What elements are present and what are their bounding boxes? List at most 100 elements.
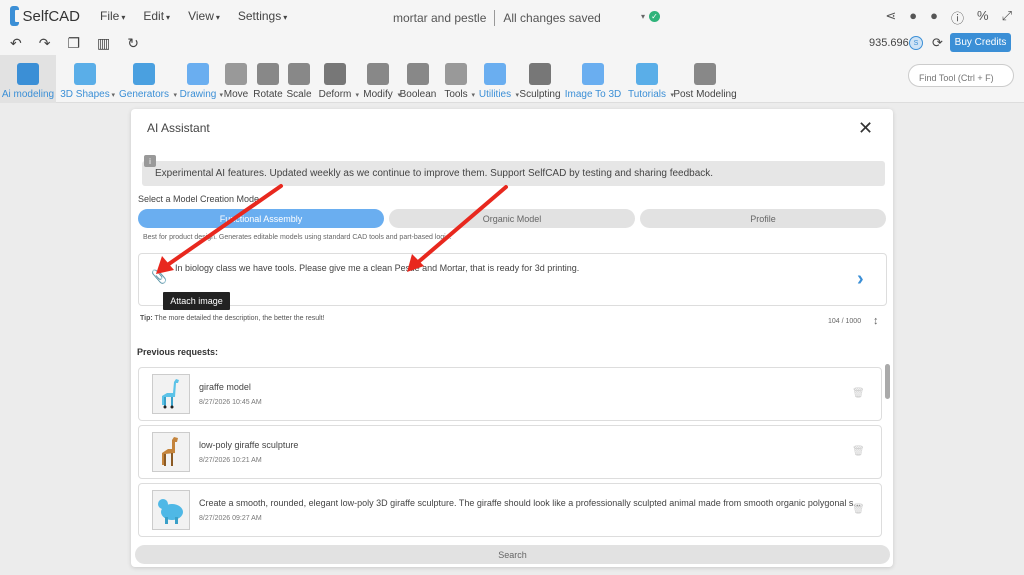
- send-arrow-icon[interactable]: ›: [857, 268, 864, 291]
- mode-organic-model[interactable]: Organic Model: [389, 209, 635, 228]
- utilities-icon: [484, 63, 506, 85]
- request-thumbnail: [152, 432, 190, 472]
- close-icon[interactable]: ✕: [858, 118, 873, 139]
- tool-label: 3D Shapes: [60, 89, 110, 100]
- drawing-icon: [187, 63, 209, 85]
- tool-label: Utilities: [478, 89, 512, 100]
- tool-ai-modeling[interactable]: Ai modeling: [0, 55, 56, 103]
- tool-utilities[interactable]: Utilities ▾: [474, 55, 519, 103]
- reset-icon[interactable]: ↻: [127, 35, 139, 52]
- save-status-indicator[interactable]: ▾ ✓: [641, 11, 661, 22]
- tool-post-modeling[interactable]: Post Modeling: [673, 55, 737, 103]
- search-button[interactable]: Search: [135, 545, 890, 564]
- menu-settings[interactable]: Settings: [238, 9, 287, 23]
- resize-icon[interactable]: ↕: [873, 315, 879, 327]
- move-icon: [225, 63, 247, 85]
- prompt-text[interactable]: In biology class we have tools. Please g…: [175, 263, 579, 273]
- tool-label: Move: [223, 89, 249, 100]
- main-toolbar: Ai modeling 3D Shapes ▾ Generators ▾ Drawing ▾…: [0, 55, 1024, 103]
- cube-icon: [74, 63, 96, 85]
- menu-edit[interactable]: Edit: [143, 9, 170, 23]
- request-item[interactable]: Create a smooth, rounded, elegant low-po…: [138, 483, 882, 537]
- check-icon: ✓: [649, 11, 661, 22]
- tool-label: Post Modeling: [673, 89, 737, 100]
- tool-scale[interactable]: Scale: [286, 55, 312, 103]
- document-title-bar: mortar and pestle All changes saved: [393, 10, 601, 26]
- find-tool-input[interactable]: [908, 64, 1014, 87]
- tool-move[interactable]: Move: [222, 55, 250, 103]
- request-item[interactable]: low-poly giraffe sculpture 8/27/2026 10:…: [138, 425, 882, 479]
- app-name: SelfCAD: [22, 7, 80, 25]
- requests-scrollbar[interactable]: [885, 364, 890, 399]
- fullscreen-icon[interactable]: ⤢: [1002, 8, 1012, 27]
- tool-label: Generators: [118, 89, 170, 100]
- giraffe-thumbnail-icon: [162, 379, 179, 409]
- app-logo[interactable]: SelfCAD: [10, 6, 80, 26]
- info-icon[interactable]: ⓘ: [951, 8, 964, 27]
- trash-icon[interactable]: 🗑: [852, 504, 865, 515]
- prompt-input[interactable]: 📎 In biology class we have tools. Please…: [138, 253, 887, 306]
- mode-functional-assembly[interactable]: Functional Assembly: [138, 209, 384, 228]
- sculpting-icon: [529, 63, 551, 85]
- buy-credits-button[interactable]: Buy Credits: [950, 33, 1011, 52]
- mode-profile[interactable]: Profile: [640, 209, 886, 228]
- previous-requests-label: Previous requests:: [137, 347, 219, 357]
- paperclip-icon[interactable]: 📎: [151, 269, 167, 285]
- tool-deform[interactable]: Deform ▾: [314, 55, 359, 103]
- mode-description: Best for product design. Generates edita…: [143, 234, 452, 241]
- mode-label: Select a Model Creation Mode: [138, 194, 260, 204]
- ai-modeling-icon: [17, 63, 39, 85]
- request-date: 8/27/2026 10:45 AM: [199, 399, 262, 406]
- percent-icon[interactable]: %: [977, 8, 989, 27]
- experimental-notice: i Experimental AI features. Updated week…: [142, 155, 885, 186]
- redo-icon[interactable]: ↷: [39, 35, 51, 52]
- share-icon[interactable]: ⋖: [885, 8, 896, 27]
- tool-3d-shapes[interactable]: 3D Shapes ▾: [58, 55, 115, 103]
- tip-label: Tip:: [140, 315, 153, 322]
- tip-text: Tip: The more detailed the description, …: [140, 315, 325, 322]
- info-icon: i: [144, 155, 156, 167]
- tool-label: Modify: [363, 89, 393, 100]
- giraffe-thumbnail-icon: [162, 437, 178, 466]
- main-menu: File Edit View Settings: [100, 9, 287, 23]
- tool-sculpting[interactable]: Sculpting: [518, 55, 562, 103]
- request-date: 8/27/2026 10:21 AM: [199, 457, 262, 464]
- trash-icon[interactable]: 🗑: [852, 446, 865, 457]
- copy-icon[interactable]: ❐: [67, 35, 80, 52]
- tool-drawing[interactable]: Drawing ▾: [176, 55, 223, 103]
- tool-modify[interactable]: Modify ▾: [358, 55, 401, 103]
- request-item[interactable]: giraffe model 8/27/2026 10:45 AM 🗑: [138, 367, 882, 421]
- tip-body: The more detailed the description, the b…: [154, 315, 325, 322]
- quick-actions-bar: ↶ ↷ ❐ ▥ ↻ 935.696 S ⟳ Buy Credits: [0, 32, 1024, 55]
- tool-generators[interactable]: Generators ▾: [114, 55, 177, 103]
- refresh-credits-icon[interactable]: ⟳: [932, 35, 943, 51]
- user-icon[interactable]: ●: [930, 8, 938, 27]
- tool-label: Drawing: [179, 89, 217, 100]
- menu-file[interactable]: File: [100, 9, 125, 23]
- tool-label: Deform: [318, 89, 352, 100]
- bell-icon[interactable]: ●: [909, 8, 917, 27]
- chevron-down-icon: ▾: [641, 12, 646, 21]
- tool-label: Tools: [444, 89, 468, 100]
- delete-icon[interactable]: ▥: [97, 35, 110, 52]
- tool-tools[interactable]: Tools ▾: [440, 55, 475, 103]
- modify-icon: [367, 63, 389, 85]
- undo-icon[interactable]: ↶: [10, 35, 22, 52]
- tool-label: Sculpting: [519, 89, 561, 100]
- tool-rotate[interactable]: Rotate: [252, 55, 284, 103]
- tool-label: Image To 3D: [564, 89, 622, 100]
- tools-icon: [445, 63, 467, 85]
- giraffe-thumbnail-icon: [158, 499, 183, 524]
- tool-image-to-3d[interactable]: Image To 3D: [564, 55, 622, 103]
- generator-icon: [133, 63, 155, 85]
- menu-view[interactable]: View: [188, 9, 220, 23]
- image-to-3d-icon: [582, 63, 604, 85]
- document-name[interactable]: mortar and pestle: [393, 11, 486, 25]
- selfcad-logo-icon: [10, 6, 24, 26]
- tool-label: Scale: [286, 89, 312, 100]
- tool-tutorials[interactable]: Tutorials ▾: [623, 55, 674, 103]
- scale-icon: [288, 63, 310, 85]
- trash-icon[interactable]: 🗑: [852, 388, 865, 399]
- top-right-icons: ⋖ ● ● ⓘ % ⤢: [885, 8, 1012, 27]
- tool-boolean[interactable]: Boolean: [399, 55, 437, 103]
